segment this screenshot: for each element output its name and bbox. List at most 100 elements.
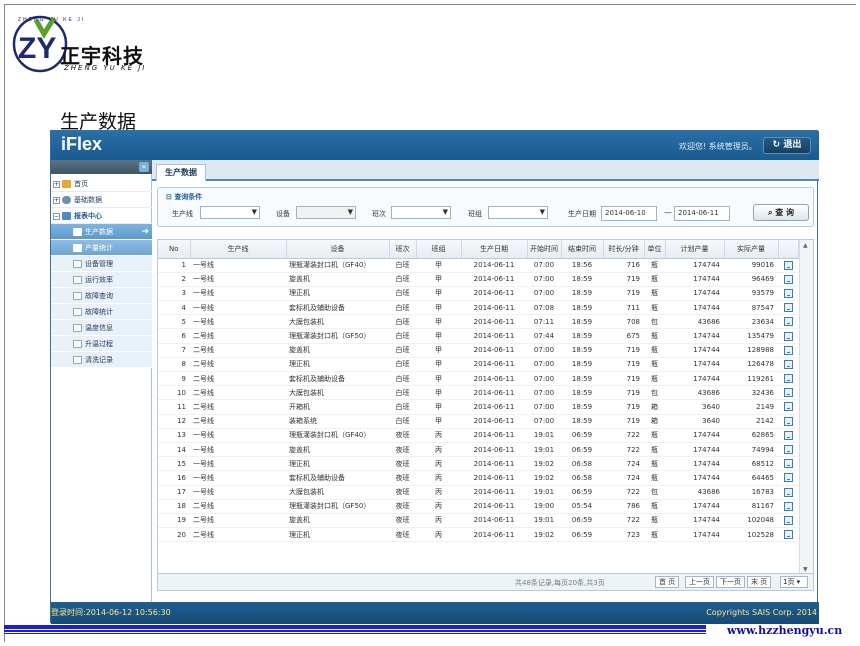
table-row[interactable]: 17 一号线 大膜包装机 夜班丙 2014-06-11 19:01 06:59 722 包 436… [158,485,798,500]
collapse-sidebar-icon[interactable]: « [139,162,149,172]
download-icon[interactable] [783,288,793,298]
download-icon[interactable] [783,416,793,426]
sidebar-item-production-data[interactable]: 生产数据 ➜ [51,224,152,240]
table-row[interactable]: 5 一号线 大膜包装机 白班甲 2014-06-11 07:11 18:59 708 包 4368… [158,314,798,330]
scroll-down-icon[interactable]: ▼ [803,566,808,573]
device-select[interactable]: ▼ [296,206,356,219]
download-icon[interactable] [783,359,793,369]
table-row[interactable]: 8 二号线 理正机 白班甲 2014-06-11 07:00 18:59 719 瓶 174744… [158,357,798,373]
sidebar-item-basic-data[interactable]: + 基础数据 [51,192,152,208]
sidebar-item-heating-process[interactable]: 升温过程 [51,336,152,352]
page-select[interactable]: 1页 ▾ [780,576,808,588]
table-row[interactable]: 20 二号线 理正机 夜班丙 2014-06-11 19:02 06:59 723 瓶 17474… [158,527,798,543]
sidebar-item-output-stats[interactable]: 产量统计 [51,240,152,256]
download-icon[interactable] [783,388,793,398]
shift-select[interactable]: ▼ [391,206,451,219]
exit-button[interactable]: ↻ 退出 [763,137,811,154]
table-row[interactable]: 12 二号线 装箱系统 白班甲 2014-06-11 07:00 18:59 719 箱 3640… [158,414,798,429]
download-icon[interactable] [783,445,793,455]
col-header-line[interactable]: 生产线 [190,240,287,259]
download-icon[interactable] [783,303,793,313]
download-icon[interactable] [783,274,793,284]
sidebar-item-label: 生产数据 [85,228,113,236]
download-icon[interactable] [783,430,793,440]
table-row[interactable]: 3 一号线 理正机 白班甲 2014-06-11 07:00 18:59 719 瓶 174744… [158,286,798,302]
first-page-button[interactable]: 首 页 [655,576,680,588]
sidebar-item-temperature[interactable]: 温度信息 [51,320,152,336]
download-icon[interactable] [783,459,793,469]
expand-icon[interactable]: + [53,181,60,188]
table-row[interactable]: 15 一号线 理正机 夜班丙 2014-06-11 19:02 06:58 724 瓶 17474… [158,456,798,472]
table-row[interactable]: 9 二号线 套标机及辅助设备 白班甲 2014-06-11 07:00 18:59 719 瓶 1… [158,371,798,387]
col-header-unit[interactable]: 单位 [644,240,666,259]
table-row[interactable]: 4 一号线 套标机及辅助设备 白班甲 2014-06-11 07:08 18:59 711 瓶 1… [158,300,798,316]
download-icon[interactable] [783,260,793,270]
cell-start: 07:44 [527,328,561,344]
col-header-date[interactable]: 生产日期 [461,240,528,259]
expand-icon[interactable]: + [53,197,60,204]
collapse-icon[interactable]: − [53,213,60,220]
table-row[interactable]: 2 一号线 旋盖机 白班甲 2014-06-11 07:00 18:59 719 瓶 174744… [158,272,798,287]
vertical-scrollbar[interactable]: ▲ ▼ [799,240,813,573]
cell-team: 甲 [416,343,461,358]
sidebar-item-cleaning-records[interactable]: 清洗记录 [51,352,152,368]
scroll-up-icon[interactable]: ▲ [803,242,808,249]
col-header-duration[interactable]: 时长/分钟 [603,240,645,259]
download-icon[interactable] [783,487,793,497]
download-icon[interactable] [783,317,793,327]
table-row[interactable]: 16 一号线 套标机及辅助设备 夜班丙 2014-06-11 19:02 06:58 724 瓶… [158,470,798,486]
cell-planned: 174744 [665,328,724,344]
cell-no: 9 [158,371,190,387]
download-icon[interactable] [783,345,793,355]
download-icon[interactable] [783,515,793,525]
col-header-planned[interactable]: 计划产量 [665,240,725,259]
table-row[interactable]: 19 二号线 旋盖机 夜班丙 2014-06-11 19:01 06:59 722 瓶 17474… [158,513,798,529]
table-row[interactable]: 6 二号线 理瓶灌装封口机（GF50） 白班甲 2014-06-11 07:44 18:59… [158,328,798,344]
table-row[interactable]: 18 二号线 理瓶灌装封口机（GF50） 夜班丙 2014-06-11 19:00 05:5… [158,499,798,514]
exit-icon: ↻ [772,140,784,150]
col-header-shift[interactable]: 班次 [389,240,417,259]
download-icon[interactable] [783,473,793,483]
col-header-actual[interactable]: 实际产量 [724,240,779,259]
cell-no: 16 [158,470,190,486]
sidebar-item-device-management[interactable]: 设备管理 [51,256,152,272]
col-header-no[interactable]: No [158,240,191,259]
sidebar-item-report-center[interactable]: − 报表中心 [51,208,152,224]
last-page-button[interactable]: 末 页 [747,576,772,588]
table-row[interactable]: 11 二号线 开箱机 白班甲 2014-06-11 07:00 18:59 719 箱 3640 2… [158,399,798,415]
line-select[interactable]: ▼ [200,206,260,219]
download-icon[interactable] [783,501,793,511]
cell-unit: 瓶 [644,328,665,344]
sidebar-item-home[interactable]: + 首页 [51,176,152,192]
cell-unit: 包 [644,314,665,330]
col-header-end[interactable]: 结束时间 [561,240,604,259]
cell-line: 一号线 [190,258,286,273]
sidebar-item-fault-stats[interactable]: 故障统计 [51,304,152,320]
table-row[interactable]: 14 一号线 旋盖机 夜班丙 2014-06-11 19:01 06:59 722 瓶 17474… [158,442,798,458]
date-from-input[interactable]: 2014-06-10 [601,206,657,221]
table-row[interactable]: 13 一号线 理瓶灌装封口机（GF40） 夜班丙 2014-06-11 19:01 06:5… [158,428,798,443]
download-icon[interactable] [783,374,793,384]
download-icon[interactable] [783,530,793,540]
table-row[interactable]: 10 二号线 大膜包装机 白班甲 2014-06-11 07:00 18:59 719 包 436… [158,385,798,401]
table-row[interactable]: 1 一号线 理瓶灌装封口机（GF40） 白班甲 2014-06-11 07:00 18:56… [158,258,798,273]
cell-duration: 716 [603,258,644,273]
col-header-team[interactable]: 班组 [416,240,462,259]
sidebar-item-fault-query[interactable]: 故障查询 [51,288,152,304]
sidebar-item-efficiency[interactable]: 运行效率 [51,272,152,288]
col-header-device[interactable]: 设备 [286,240,390,259]
cell-duration: 786 [603,499,644,514]
download-icon[interactable] [783,331,793,341]
table-row[interactable]: 7 二号线 旋盖机 白班甲 2014-06-11 07:00 18:59 719 瓶 174744… [158,343,798,358]
prev-page-button[interactable]: 上一页 [685,576,714,588]
tab-production-data[interactable]: 生产数据 [156,164,206,181]
team-select[interactable]: ▼ [488,206,548,219]
cell-start: 19:01 [527,513,561,529]
search-button[interactable]: ⌕ 查 询 [753,204,809,221]
cell-start: 19:01 [527,485,561,500]
cell-date: 2014-06-11 [461,456,527,472]
download-icon[interactable] [783,402,793,412]
col-header-start[interactable]: 开始时间 [527,240,562,259]
next-page-button[interactable]: 下一页 [716,576,745,588]
date-to-input[interactable]: 2014-06-11 [674,206,730,221]
